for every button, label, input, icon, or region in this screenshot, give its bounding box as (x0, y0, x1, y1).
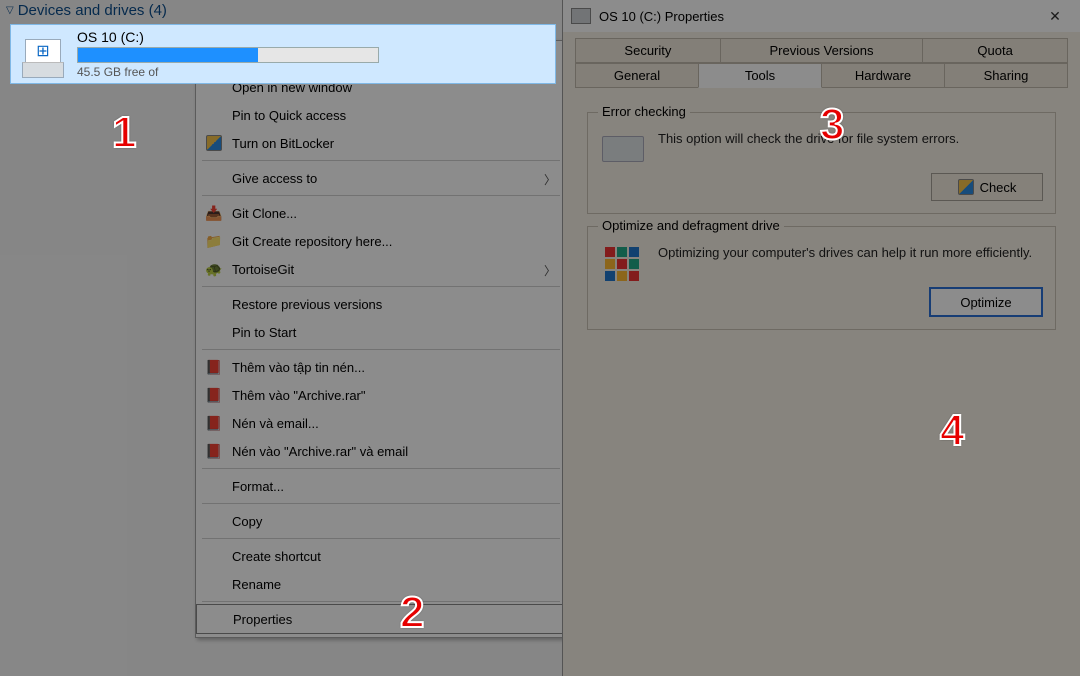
callout-3: 3 (820, 100, 844, 150)
callout-4: 4 (940, 406, 964, 456)
rar-icon: 📕 (202, 441, 226, 461)
dialog-titlebar[interactable]: OS 10 (C:) Properties ✕ (563, 0, 1080, 32)
menu-properties[interactable]: Properties (196, 604, 566, 634)
tab-hardware[interactable]: Hardware (821, 63, 945, 88)
menu-bitlocker[interactable]: Turn on BitLocker (196, 129, 566, 157)
callout-1: 1 (112, 108, 136, 158)
tab-quota[interactable]: Quota (922, 38, 1068, 63)
menu-rar-add-archive[interactable]: 📕Thêm vào "Archive.rar" (196, 381, 566, 409)
git-clone-icon: 📥 (202, 203, 226, 223)
menu-tortoisegit[interactable]: 🐢TortoiseGit〉 (196, 255, 566, 283)
menu-separator (202, 503, 560, 504)
menu-rar-add-file[interactable]: 📕Thêm vào tập tin nén... (196, 353, 566, 381)
menu-format[interactable]: Format... (196, 472, 566, 500)
menu-give-access[interactable]: Give access to〉 (196, 164, 566, 192)
defrag-icon (600, 245, 646, 281)
chevron-right-icon: 〉 (544, 262, 556, 279)
git-create-icon: 📁 (202, 231, 226, 251)
menu-rar-email[interactable]: 📕Nén và email... (196, 409, 566, 437)
section-title: Devices and drives (4) (18, 2, 167, 19)
chevron-right-icon: 〉 (544, 171, 556, 188)
rar-icon: 📕 (202, 385, 226, 405)
drive-name: OS 10 (C:) (77, 29, 547, 45)
menu-restore-previous[interactable]: Restore previous versions (196, 290, 566, 318)
menu-separator (202, 195, 560, 196)
optimize-desc: Optimizing your computer's drives can he… (658, 245, 1043, 260)
tab-general[interactable]: General (575, 63, 699, 88)
menu-separator (202, 349, 560, 350)
check-button[interactable]: Check (931, 173, 1043, 201)
rar-icon: 📕 (202, 357, 226, 377)
shield-icon (202, 133, 226, 153)
drive-item-c[interactable]: ⊞ OS 10 (C:) 45.5 GB free of (10, 24, 556, 84)
tab-previous-versions[interactable]: Previous Versions (720, 38, 923, 63)
menu-rename[interactable]: Rename (196, 570, 566, 598)
menu-separator (202, 538, 560, 539)
menu-git-clone[interactable]: 📥Git Clone... (196, 199, 566, 227)
rar-icon: 📕 (202, 413, 226, 433)
context-menu: Open Open in new window Pin to Quick acc… (195, 40, 567, 638)
menu-git-create[interactable]: 📁Git Create repository here... (196, 227, 566, 255)
menu-separator (202, 601, 560, 602)
menu-separator (202, 468, 560, 469)
menu-create-shortcut[interactable]: Create shortcut (196, 542, 566, 570)
drive-icon: ⊞ (19, 30, 67, 78)
tortoise-icon: 🐢 (202, 259, 226, 279)
tab-sharing[interactable]: Sharing (944, 63, 1068, 88)
group-optimize: Optimize and defragment drive Optimizing… (587, 226, 1056, 330)
dialog-title: OS 10 (C:) Properties (599, 9, 724, 24)
error-check-desc: This option will check the drive for fil… (658, 131, 1043, 146)
tab-tools[interactable]: Tools (698, 63, 822, 88)
group-legend: Error checking (598, 104, 690, 119)
drive-free-text: 45.5 GB free of (77, 65, 547, 79)
callout-2: 2 (400, 588, 424, 638)
hdd-icon (600, 131, 646, 167)
menu-separator (202, 286, 560, 287)
menu-separator (202, 160, 560, 161)
menu-copy[interactable]: Copy (196, 507, 566, 535)
shield-icon (958, 179, 974, 195)
chevron-down-icon: ▽ (6, 5, 14, 16)
close-icon[interactable]: ✕ (1038, 5, 1072, 27)
menu-pin-quick-access[interactable]: Pin to Quick access (196, 101, 566, 129)
menu-rar-archive-email[interactable]: 📕Nén vào "Archive.rar" và email (196, 437, 566, 465)
drive-icon (571, 8, 591, 24)
drive-usage-bar (77, 47, 379, 63)
menu-pin-start[interactable]: Pin to Start (196, 318, 566, 346)
tab-security[interactable]: Security (575, 38, 721, 63)
group-legend: Optimize and defragment drive (598, 218, 784, 233)
optimize-button[interactable]: Optimize (929, 287, 1043, 317)
section-header[interactable]: ▽ Devices and drives (4) (6, 2, 167, 19)
